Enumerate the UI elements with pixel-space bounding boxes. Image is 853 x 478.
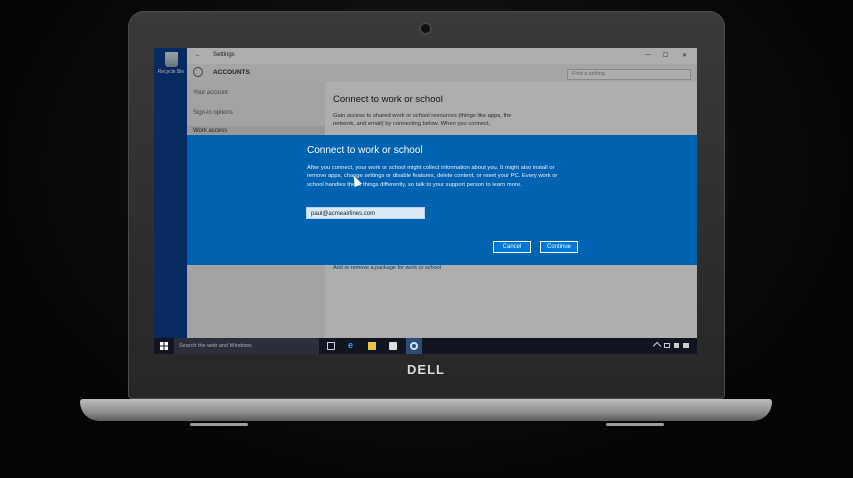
dialog-body: After you connect, your work or school m… xyxy=(307,165,558,188)
email-field[interactable]: paul@acmeairlines.com xyxy=(306,207,425,219)
vent-right xyxy=(606,423,664,426)
settings-icon xyxy=(410,342,418,350)
settings-taskbar-button[interactable] xyxy=(406,338,422,354)
dialog-title: Connect to work or school xyxy=(307,145,423,156)
screen: Recycle Bin ← Settings — ☐ ✕ ACCOUNTS Fi… xyxy=(154,48,697,354)
cancel-button[interactable]: Cancel xyxy=(493,241,531,253)
network-icon[interactable] xyxy=(664,343,670,348)
laptop-base xyxy=(80,399,772,421)
webcam-icon xyxy=(421,24,430,33)
chevron-up-icon[interactable] xyxy=(652,341,662,351)
windows-start-icon[interactable] xyxy=(160,342,168,350)
edge-icon[interactable]: e xyxy=(348,340,356,350)
file-explorer-icon[interactable] xyxy=(368,342,376,350)
vent-left xyxy=(190,423,248,426)
notification-icon[interactable] xyxy=(683,343,689,348)
store-icon[interactable] xyxy=(389,342,397,350)
taskbar-search-input[interactable]: Search the web and Windows xyxy=(174,338,319,354)
connect-dialog: Connect to work or school After you conn… xyxy=(187,135,697,265)
taskbar: Search the web and Windows e xyxy=(154,338,697,354)
task-view-icon[interactable] xyxy=(327,342,335,350)
laptop-brand: DELL xyxy=(407,362,445,377)
volume-icon[interactable] xyxy=(674,343,679,348)
continue-button[interactable]: Continue xyxy=(540,241,578,253)
system-tray[interactable] xyxy=(652,341,690,351)
